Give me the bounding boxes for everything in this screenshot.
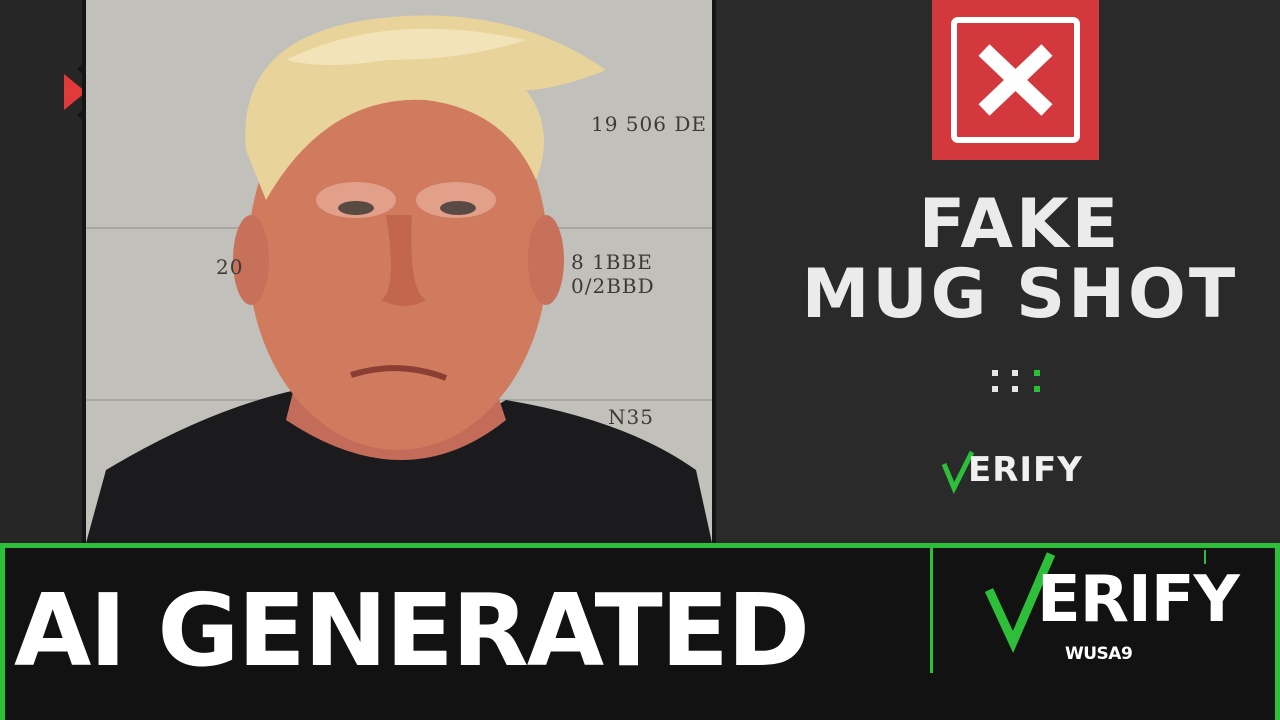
mugshot-photo: 19 506 DE 20 8 1BBE 0/2BBD N35 <box>82 0 716 543</box>
x-mark-icon <box>932 0 1099 160</box>
dots-icon <box>992 370 1040 392</box>
verify-wordmark-small: ERIFY <box>968 450 1083 490</box>
banner-divider <box>930 548 933 673</box>
wall-text-top: 19 506 DE <box>591 112 707 136</box>
rating-title-line2: MUG SHOT <box>801 255 1239 334</box>
verify-wordmark: ERIFY <box>1037 563 1240 637</box>
wall-text-mid-left: 20 <box>216 255 244 279</box>
rating-title-line1: FAKE <box>918 185 1122 264</box>
accent-mark <box>1204 550 1206 564</box>
verify-logo-small: ERIFY <box>940 450 1090 494</box>
station-logo: WUSA9 <box>1065 644 1133 664</box>
wall-text-mid-right: 8 1BBE 0/2BBD <box>571 250 655 298</box>
wall-text-bottom: N35 <box>608 405 654 429</box>
headline: AI GENERATED <box>14 572 810 689</box>
rating-title: FAKE MUG SHOT <box>760 190 1280 330</box>
